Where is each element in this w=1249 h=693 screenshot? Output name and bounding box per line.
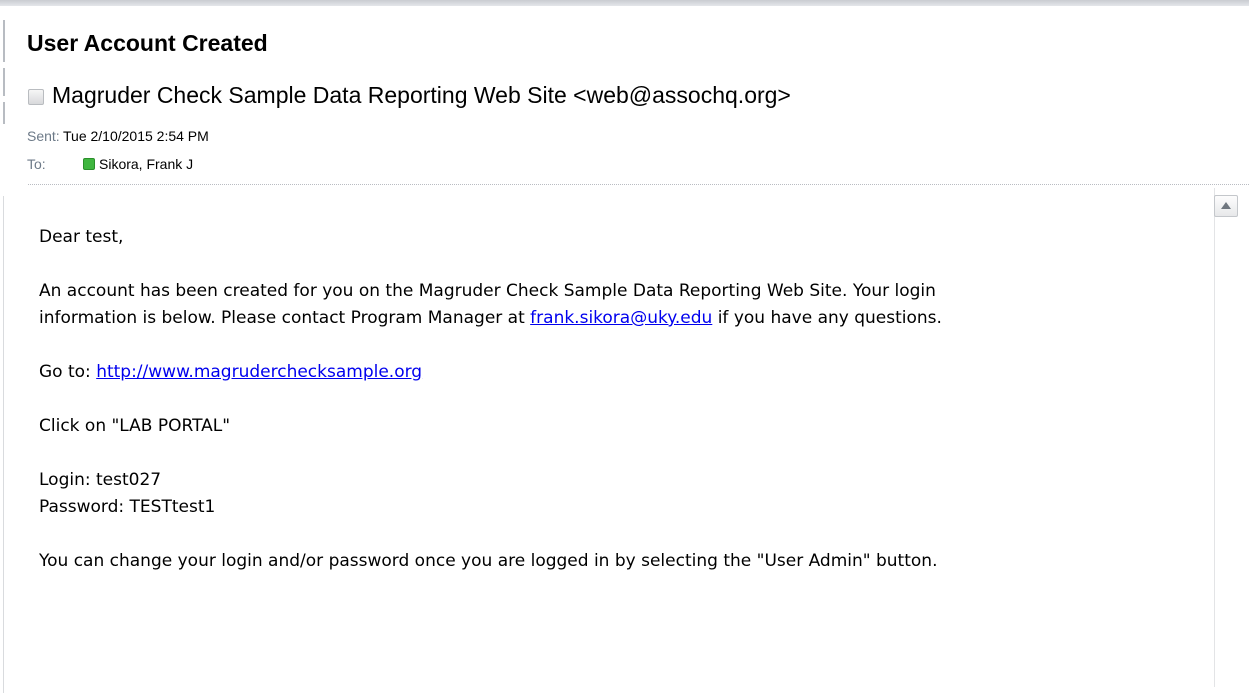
- scroll-up-arrow-icon[interactable]: [1214, 195, 1238, 217]
- message-body: Dear test, An account has been created f…: [27, 188, 1209, 687]
- credentials-paragraph: Login: test027 Password: TESTtest1: [39, 467, 1204, 521]
- splitter-segment[interactable]: [3, 20, 5, 62]
- splitter-line: [3, 196, 4, 693]
- to-label: To:: [27, 156, 46, 172]
- goto-label: Go to:: [39, 362, 97, 382]
- pane-left-edge: [0, 6, 10, 693]
- account-line-2-suffix: if you have any questions.: [712, 308, 942, 328]
- goto-paragraph: Go to: http://www.magruderchecksample.or…: [39, 359, 1204, 386]
- login-line: Login: test027: [39, 470, 162, 490]
- sent-label: Sent:: [27, 128, 60, 144]
- vertical-scrollbar[interactable]: [1210, 188, 1249, 687]
- click-instruction: Click on "LAB PORTAL": [39, 416, 231, 436]
- to-row: To: Sikora, Frank J: [27, 156, 193, 172]
- splitter-segment[interactable]: [3, 102, 5, 124]
- pane-top-border: [0, 0, 1249, 6]
- account-line-2-prefix: information is below. Please contact Pro…: [39, 308, 531, 328]
- message-subject: User Account Created: [27, 30, 268, 56]
- email-reading-pane: User Account Created Magruder Check Samp…: [0, 0, 1249, 693]
- sender-row: Magruder Check Sample Data Reporting Web…: [28, 82, 791, 109]
- closing-paragraph: You can change your login and/or passwor…: [39, 551, 938, 571]
- sent-value: Tue 2/10/2015 2:54 PM: [63, 128, 209, 144]
- sender-name[interactable]: Magruder Check Sample Data Reporting Web…: [52, 82, 791, 109]
- header-separator: [28, 184, 1249, 185]
- message-body-text: Dear test, An account has been created f…: [39, 224, 1204, 602]
- presence-unknown-icon: [28, 88, 44, 105]
- recipient-name[interactable]: Sikora, Frank J: [99, 156, 193, 172]
- scrollbar-track[interactable]: [1214, 188, 1215, 687]
- sent-row: Sent: Tue 2/10/2015 2:54 PM: [27, 128, 209, 144]
- account-paragraph: An account has been created for you on t…: [39, 278, 1204, 332]
- password-line: Password: TESTtest1: [39, 497, 216, 517]
- account-line-1: An account has been created for you on t…: [39, 281, 936, 301]
- greeting: Dear test,: [39, 227, 124, 247]
- contact-email-link[interactable]: frank.sikora@uky.edu: [530, 308, 712, 328]
- site-url-link[interactable]: http://www.magruderchecksample.org: [96, 362, 422, 382]
- presence-online-icon: [83, 158, 95, 170]
- splitter-segment[interactable]: [3, 68, 5, 96]
